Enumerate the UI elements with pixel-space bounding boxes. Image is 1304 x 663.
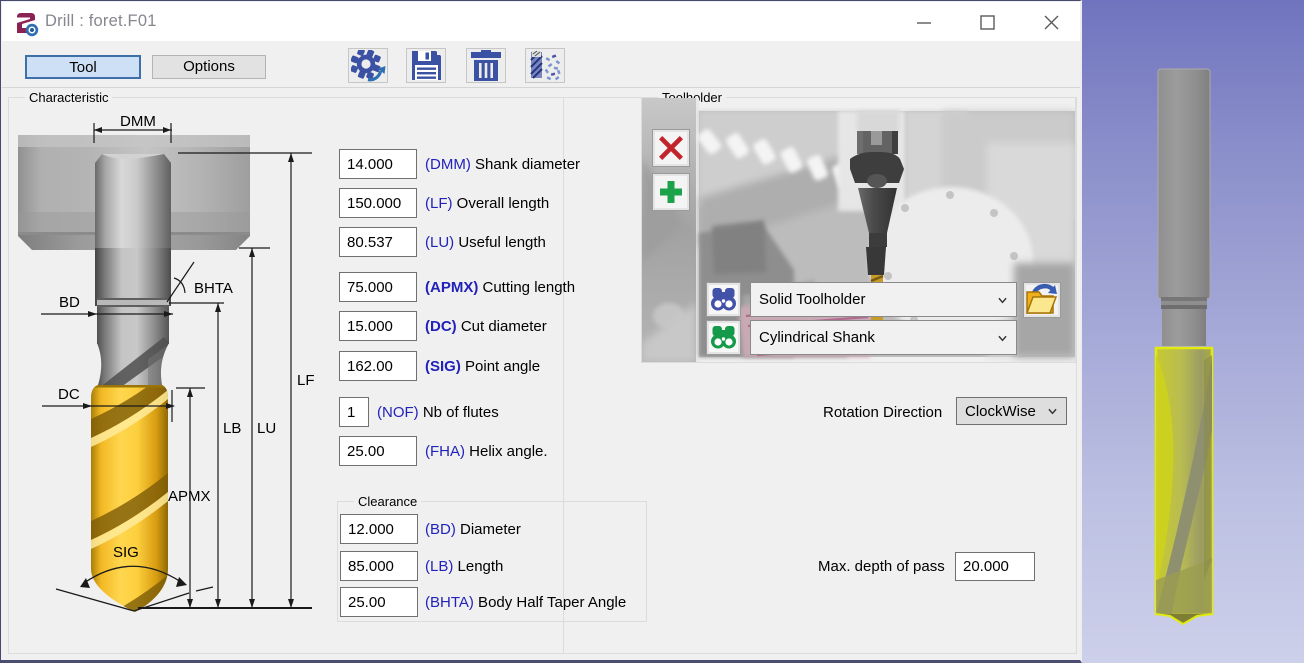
svg-text:SIG: SIG [113,544,139,561]
svg-text:LU: LU [257,420,276,437]
svg-text:DC: DC [58,386,80,403]
svg-text:DMM: DMM [120,113,156,130]
svg-text:APMX: APMX [168,488,211,505]
svg-text:BD: BD [59,294,80,311]
svg-text:BHTA: BHTA [194,280,233,297]
svg-text:LF: LF [297,372,315,389]
svg-text:LB: LB [223,420,241,437]
